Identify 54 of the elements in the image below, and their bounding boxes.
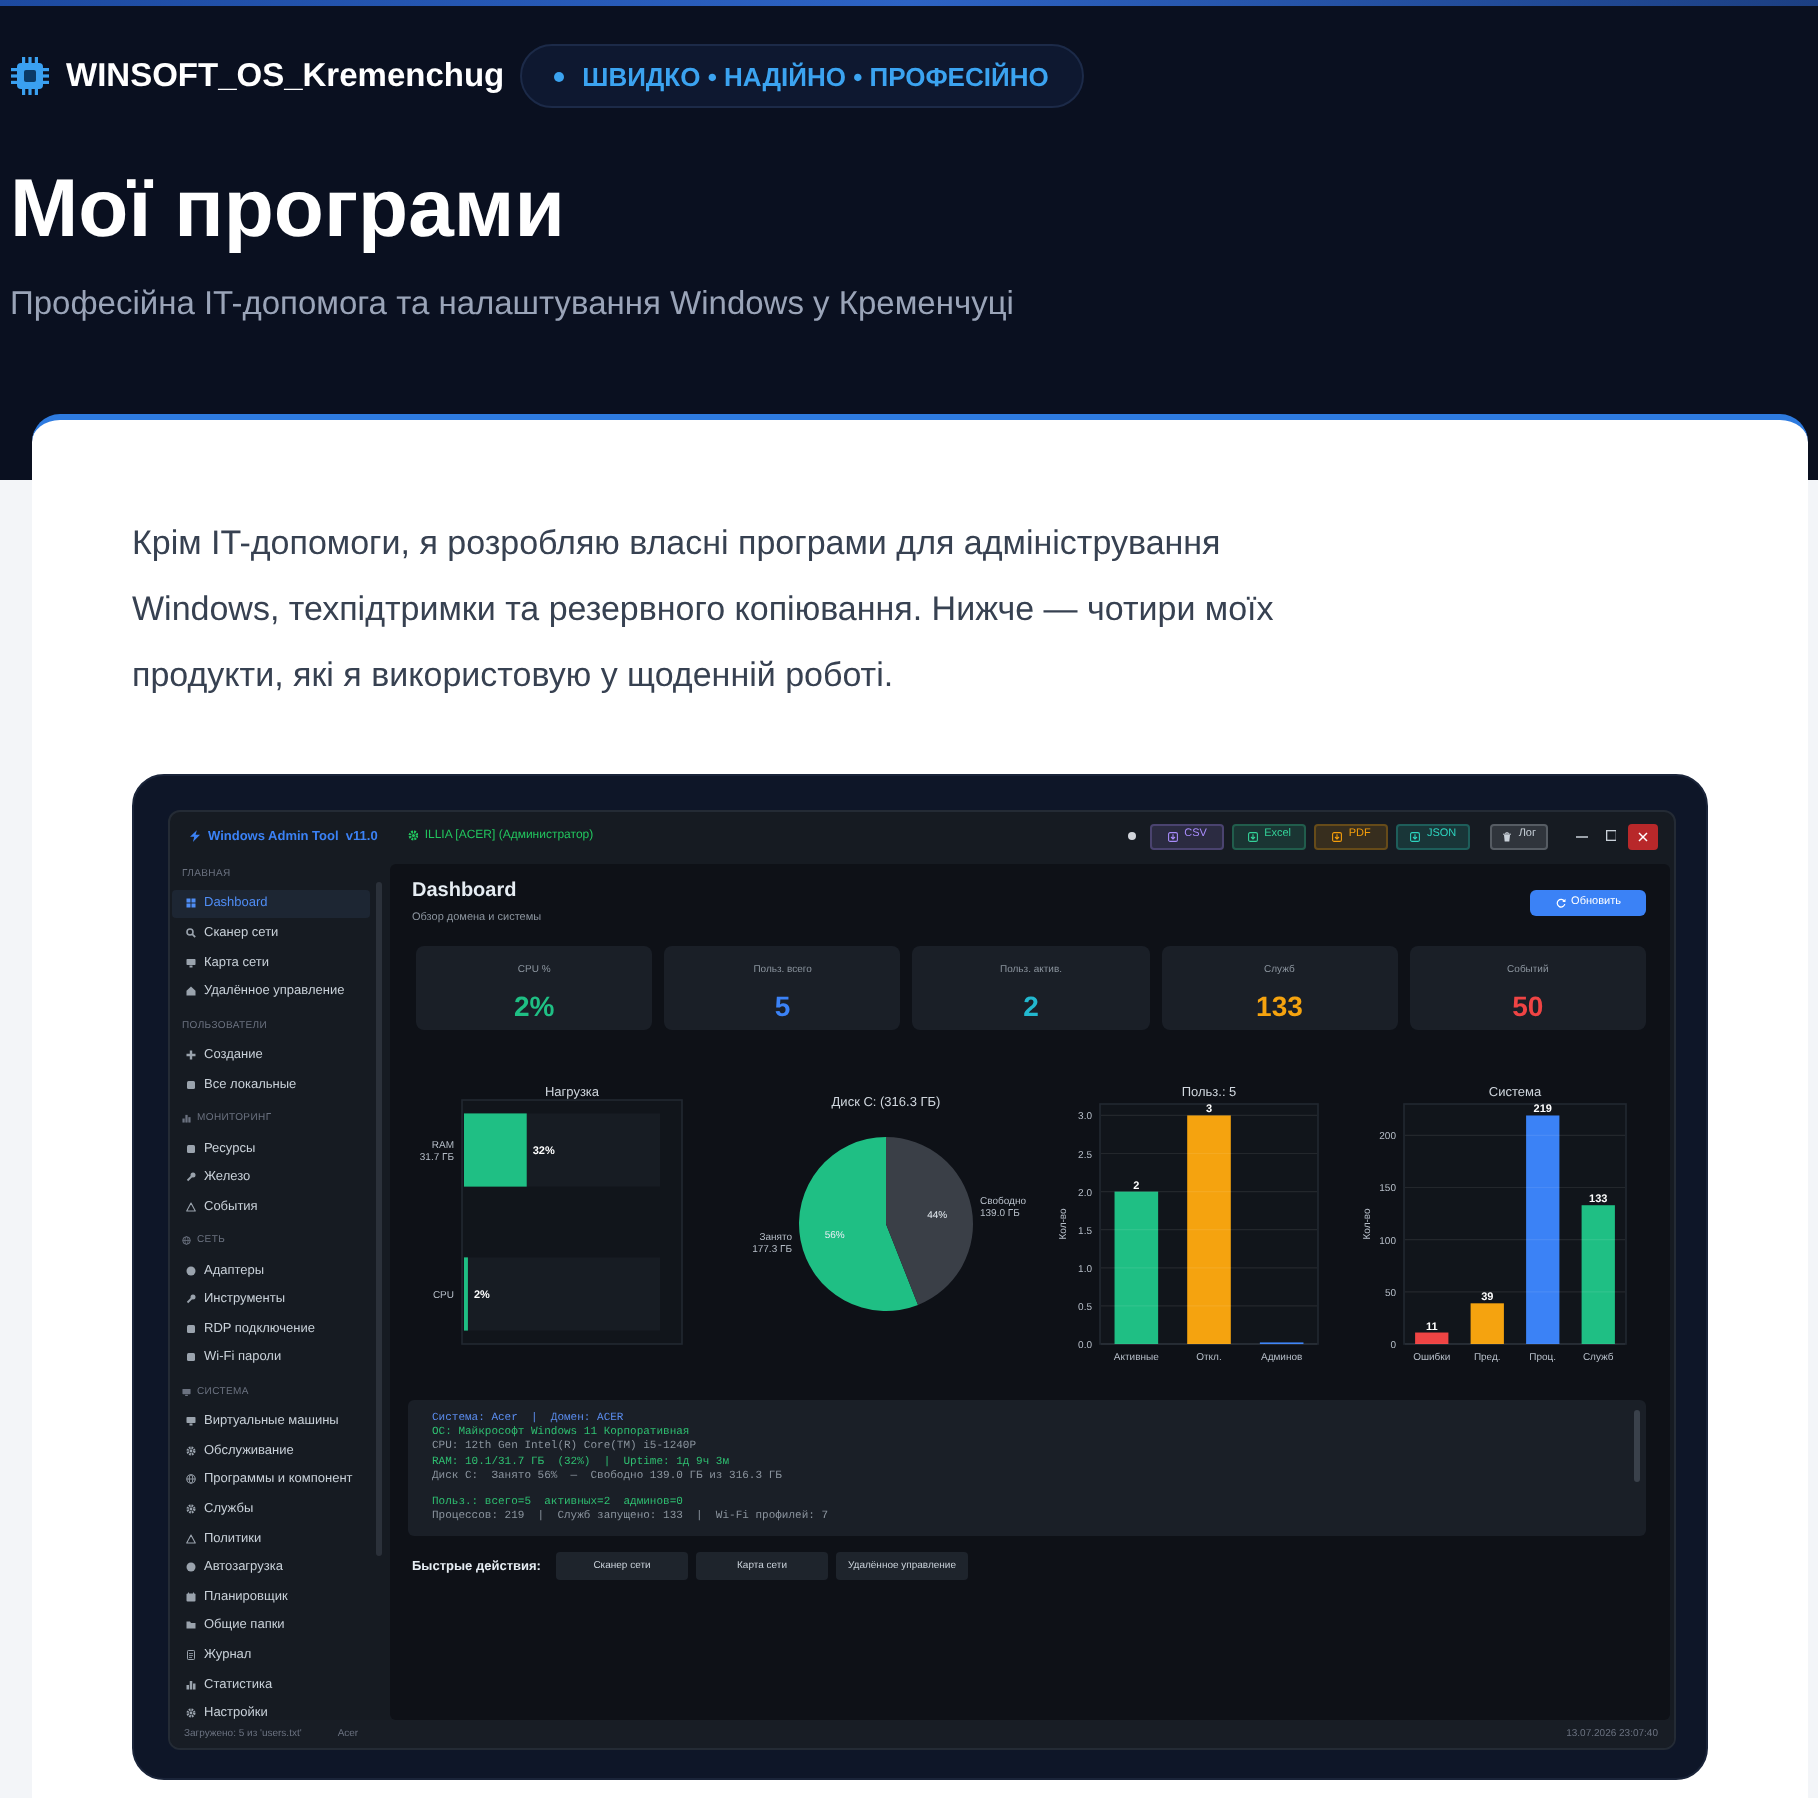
download-icon: [1248, 831, 1259, 841]
brand-name[interactable]: WINSOFT_OS_Kremenchug: [66, 57, 505, 95]
plus-icon: [186, 1050, 196, 1061]
intro-paragraph: Крім IT-допомоги, я розробляю власні програми для адміністрування Windows, техпідтримки та резервного копіювання. Нижче — чотири моїх продукти, які я використовую у щоденній роботі.: [132, 522, 1276, 698]
gear-icon: [186, 1708, 196, 1719]
bar-chart-icon: [186, 1679, 196, 1690]
lightning-icon: [190, 830, 200, 842]
monitor-icon: [182, 1387, 191, 1397]
download-icon: [1332, 831, 1343, 841]
square-icon: [186, 1323, 196, 1334]
download-icon: [1410, 831, 1421, 841]
close-button[interactable]: [1628, 823, 1658, 849]
stat-value: 50: [1512, 990, 1544, 1022]
wrench-icon: [186, 1172, 196, 1183]
refresh-icon: [1555, 898, 1566, 908]
bar-chart-icon: [182, 1114, 191, 1124]
minimize-icon: [1575, 835, 1587, 837]
monitor-icon: [186, 957, 196, 968]
folder-icon: [186, 1620, 196, 1631]
trash-icon: [1502, 831, 1513, 841]
home-icon: [186, 986, 196, 997]
globe-icon: [182, 1236, 191, 1246]
close-icon: [1638, 831, 1648, 841]
circle-icon: [186, 1562, 196, 1573]
square-icon: [186, 1143, 196, 1154]
circle-icon: [186, 1265, 196, 1276]
wrench-icon: [186, 1294, 196, 1305]
square-icon: [186, 1079, 196, 1090]
stat-value: 2: [1023, 990, 1039, 1022]
grid-icon: [186, 898, 196, 909]
page-title: Мої програми: [10, 160, 567, 256]
tagline-text: ШВИДКО • НАДІЙНО • ПРОФЕСІЙНО: [582, 61, 1049, 91]
globe-icon: [186, 1474, 196, 1485]
document-icon: [186, 1649, 196, 1660]
gear-icon: [407, 830, 419, 842]
chip-icon: [10, 56, 50, 96]
maximize-icon: [1605, 830, 1617, 842]
monitor-icon: [186, 1416, 196, 1427]
download-icon: [1168, 831, 1179, 841]
gear-icon: [186, 1445, 196, 1456]
console-scrollbar[interactable]: [1634, 1410, 1640, 1482]
square-icon: [186, 1352, 196, 1363]
warning-icon: [186, 1533, 196, 1544]
stat-value: 133: [1256, 990, 1303, 1022]
dashboard-title: Dashboard: [412, 880, 519, 904]
dot-icon: [554, 71, 565, 81]
dot-icon: [1128, 832, 1137, 840]
warning-icon: [186, 1201, 196, 1212]
page-subtitle: Професійна IT-допомога та налаштування Windows у Кременчуці: [10, 284, 1016, 324]
gear-icon: [186, 1504, 196, 1515]
stat-value: 2%: [513, 990, 555, 1022]
calendar-icon: [186, 1591, 196, 1602]
search-icon: [186, 927, 196, 938]
stat-value: 5: [774, 990, 791, 1022]
